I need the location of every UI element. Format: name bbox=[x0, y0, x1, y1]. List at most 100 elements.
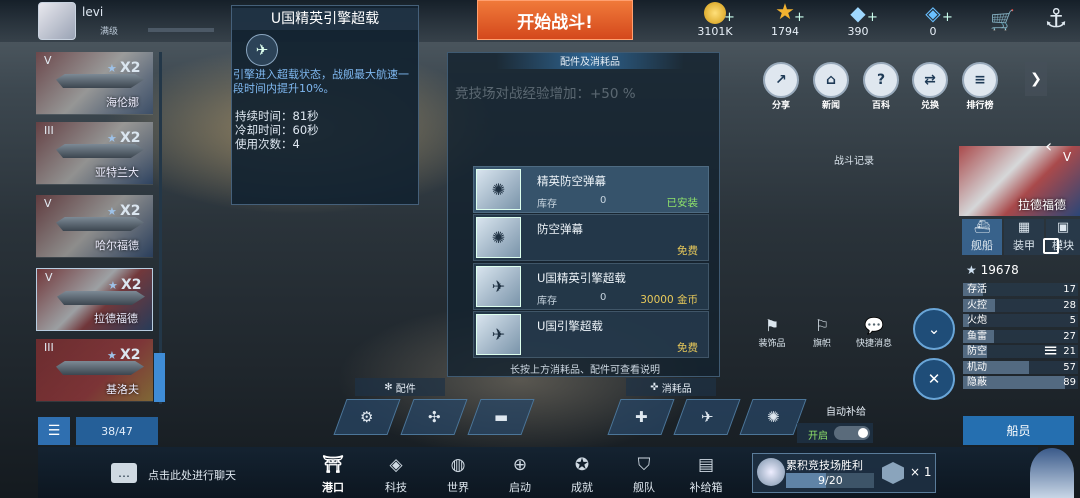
stat-5: 机动 57 bbox=[963, 360, 1078, 374]
back-icon[interactable]: ‹ bbox=[1045, 136, 1052, 157]
item-elite-aa-barrage[interactable]: ✺ 精英防空弹幕 库存 0 已安装 bbox=[473, 166, 709, 213]
recent-apps-icon[interactable]: ≡ bbox=[1043, 340, 1058, 361]
item-stock-qty: 0 bbox=[600, 292, 607, 303]
fleet-icon: ⛉ bbox=[637, 455, 651, 475]
gun-turret-icon: ▬ bbox=[493, 408, 509, 426]
anchor-icon[interactable]: ⚓ bbox=[1038, 4, 1074, 64]
item-elite-engine-boost[interactable]: ✈ U国精英引擎超载 库存 0 30000 金币 bbox=[473, 263, 709, 310]
ship-tier: V bbox=[44, 54, 52, 67]
ornament-label: 装饰品 bbox=[758, 339, 786, 349]
engine-boost-icon: ✈ bbox=[246, 34, 278, 66]
star-icon: ★ bbox=[107, 132, 117, 145]
star-icon: ★ bbox=[107, 349, 117, 362]
ship-tier: III bbox=[44, 341, 54, 354]
item-name: 精英防空弹幕 bbox=[537, 174, 606, 188]
tab-ship[interactable]: ⛴ 舰船 bbox=[962, 219, 1002, 255]
achievement-icon: ✪ bbox=[574, 455, 590, 475]
stat-label: 火控 bbox=[967, 299, 987, 311]
ship-card-atlanta[interactable]: III ★ X2 亚特兰大 bbox=[36, 122, 153, 185]
gold-value: 3101K bbox=[697, 25, 733, 38]
ship-list-scrollbar[interactable] bbox=[159, 52, 162, 404]
ship-tier: V bbox=[44, 197, 52, 210]
quick-message-label: 快捷消息 bbox=[855, 339, 892, 349]
nav-supply-box[interactable]: ▤ 补给箱 bbox=[682, 455, 730, 495]
crystal-value: 0 bbox=[929, 25, 937, 38]
share-button[interactable]: ↗ 分享 bbox=[763, 62, 799, 111]
stat-label: 火炮 bbox=[967, 315, 987, 326]
add-gold-icon[interactable]: + bbox=[724, 10, 735, 25]
ship-tier: III bbox=[44, 124, 54, 137]
nav-world[interactable]: ◍ 世界 bbox=[434, 455, 482, 495]
list-view-icon[interactable]: ☰ bbox=[38, 417, 70, 445]
item-engine-boost[interactable]: ✈ U国引擎超载 免费 bbox=[473, 311, 709, 358]
ship-card-helena[interactable]: V ★ X2 海伦娜 bbox=[36, 52, 153, 115]
nav-port-label: 港口 bbox=[322, 481, 344, 494]
ship-model bbox=[56, 74, 144, 88]
ship-model bbox=[56, 361, 144, 375]
auto-supply-state: 开启 bbox=[808, 431, 828, 442]
chat-hint[interactable]: 点击此处进行聊天 bbox=[148, 467, 236, 483]
ship-name: 哈尔福德 bbox=[95, 239, 139, 252]
crystal-resource[interactable]: ◈ 0 + bbox=[898, 2, 968, 40]
auto-supply-toggle[interactable] bbox=[834, 426, 870, 440]
chat-icon[interactable]: … bbox=[111, 463, 137, 483]
flag-button[interactable]: ⚐ 旗帜 bbox=[800, 316, 844, 349]
ornament-button[interactable]: ⚑ 装饰品 bbox=[750, 316, 794, 349]
advisor-avatar[interactable] bbox=[1030, 448, 1074, 498]
power-value: 19678 bbox=[980, 263, 1019, 277]
home-square-icon[interactable] bbox=[1043, 238, 1059, 254]
item-aa-barrage[interactable]: ✺ 防空弹幕 免费 bbox=[473, 214, 709, 261]
stat-4: 防空 21 bbox=[963, 345, 1078, 358]
ship-card-kirov[interactable]: III ★ X2 基洛夫 bbox=[36, 339, 153, 402]
diamond-resource[interactable]: ◆ 390 + bbox=[823, 2, 893, 40]
exchange-button[interactable]: ⇄ 兑换 bbox=[912, 62, 948, 111]
stat-value: 21 bbox=[1063, 346, 1076, 357]
add-crystal-icon[interactable]: + bbox=[942, 10, 953, 25]
nav-port[interactable]: ⛩ 港口 bbox=[309, 455, 357, 495]
engine-boost-icon: ✈ bbox=[700, 408, 714, 426]
tab-armor-label: 装甲 bbox=[1013, 239, 1035, 252]
stat-1: 火控 28 bbox=[963, 298, 1078, 312]
engine-boost-icon: ✈ bbox=[476, 266, 521, 307]
item-name: 防空弹幕 bbox=[537, 222, 583, 236]
tab-armor[interactable]: ▦ 装甲 bbox=[1004, 219, 1044, 255]
leaderboard-button[interactable]: ≡ 排行榜 bbox=[962, 62, 998, 111]
ship-card-radford[interactable]: V ★ X2 拉德福德 bbox=[36, 268, 153, 331]
repair-tools-button[interactable]: ✕ bbox=[913, 358, 955, 400]
gold-resource[interactable]: 3101K + bbox=[680, 2, 750, 40]
encyclopedia-button[interactable]: ? 百科 bbox=[863, 62, 899, 111]
panel-hint: 长按上方消耗品、配件可查看说明 bbox=[510, 365, 660, 376]
player-avatar[interactable] bbox=[38, 2, 76, 40]
shop-cart-icon[interactable]: 🛒 bbox=[990, 8, 1015, 32]
nav-tech[interactable]: ◈ 科技 bbox=[372, 455, 420, 495]
diamond-value: 390 bbox=[847, 25, 869, 38]
star-resource[interactable]: ★ 1794 + bbox=[750, 2, 820, 40]
news-button[interactable]: ⌂ 新闻 bbox=[813, 62, 849, 111]
battle-record-link[interactable]: 战斗记录 bbox=[834, 152, 874, 167]
nav-achievements[interactable]: ✪ 成就 bbox=[558, 455, 606, 495]
add-star-icon[interactable]: + bbox=[794, 10, 805, 25]
ship-upgrade-button[interactable]: ⌄ bbox=[913, 308, 955, 350]
ship-card-halford[interactable]: V ★ X2 哈尔福德 bbox=[36, 195, 153, 258]
quest-title: 累积竞技场胜利 bbox=[786, 459, 863, 472]
ship-name: 基洛夫 bbox=[106, 383, 139, 396]
stat-6: 隐蔽 89 bbox=[963, 376, 1078, 389]
ship-name: 海伦娜 bbox=[106, 96, 139, 109]
item-name: U国引擎超载 bbox=[537, 319, 603, 333]
equipment-label-text: 配件 bbox=[395, 383, 416, 395]
consumable-label-text: 消耗品 bbox=[661, 383, 692, 395]
add-diamond-icon[interactable]: + bbox=[867, 10, 878, 25]
tools-icon: ✕ bbox=[927, 370, 941, 388]
nav-fleet[interactable]: ⛉ 舰队 bbox=[620, 455, 668, 495]
nav-launch[interactable]: ⊕ 启动 bbox=[496, 455, 544, 495]
stat-0: 存活 17 bbox=[963, 283, 1078, 296]
ship-list-scroll-thumb[interactable] bbox=[154, 353, 165, 402]
start-battle-button[interactable]: 开始战斗! bbox=[477, 0, 633, 40]
item-status: 免费 bbox=[677, 342, 698, 354]
gear-icon: ✻ bbox=[384, 381, 396, 393]
crew-button[interactable]: 船员 bbox=[963, 416, 1074, 445]
expand-arrow-icon[interactable]: ❯ bbox=[1025, 62, 1047, 96]
ship-model bbox=[57, 291, 145, 305]
quick-message-button[interactable]: 💬 快捷消息 bbox=[852, 316, 896, 349]
selected-ship-tier: V bbox=[1063, 150, 1072, 164]
